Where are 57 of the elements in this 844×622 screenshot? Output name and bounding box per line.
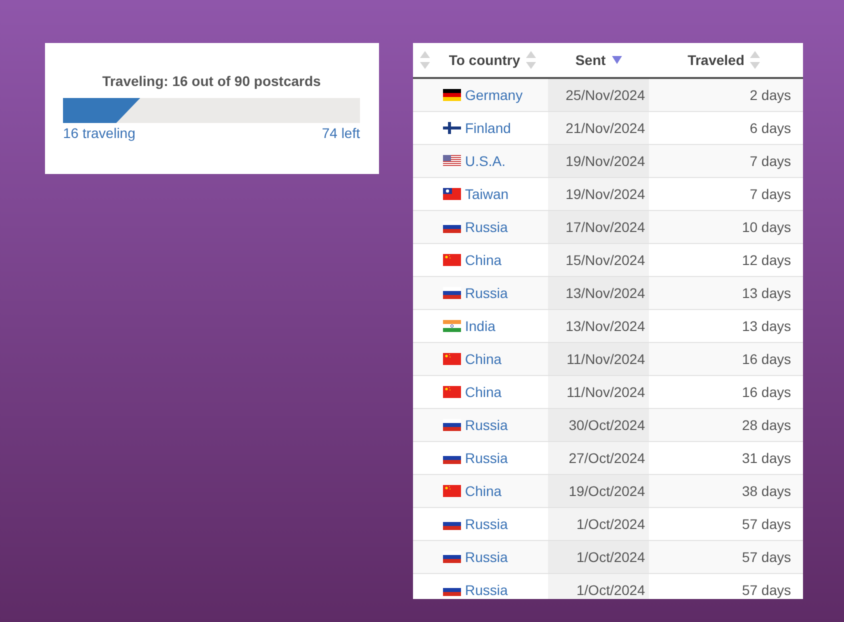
progress-title: Traveling: 16 out of 90 postcards (101, 73, 322, 89)
sort-icon[interactable] (750, 51, 760, 69)
sent-date: 15/Nov/2024 (566, 252, 645, 268)
sent-date: 19/Nov/2024 (566, 186, 645, 202)
sort-descending-icon[interactable] (612, 56, 622, 64)
sort-icon[interactable] (420, 51, 430, 69)
sent-date: 1/Oct/2024 (576, 516, 645, 532)
sent-date: 30/Oct/2024 (568, 417, 645, 433)
traveled-days: 57 days (742, 516, 791, 532)
country-link[interactable]: Russia (465, 516, 508, 532)
sent-date: 19/Oct/2024 (568, 483, 645, 499)
sort-icon[interactable] (526, 51, 536, 69)
country-link[interactable]: Russia (465, 450, 508, 466)
column-header[interactable]: To country (448, 52, 520, 68)
traveled-days: 57 days (742, 582, 791, 598)
country-link[interactable]: Russia (465, 285, 508, 301)
traveled-days: 6 days (750, 120, 791, 136)
traveled-days: 28 days (742, 417, 791, 433)
traveled-days: 31 days (742, 450, 791, 466)
sent-date: 1/Oct/2024 (576, 582, 645, 598)
sent-date: 13/Nov/2024 (566, 285, 645, 301)
sent-date: 17/Nov/2024 (566, 219, 645, 235)
country-link[interactable]: Russia (465, 417, 508, 433)
traveled-days: 13 days (742, 285, 791, 301)
traveled-days: 13 days (742, 318, 791, 334)
traveled-days: 7 days (750, 153, 791, 169)
sent-date: 11/Nov/2024 (566, 351, 645, 367)
country-link[interactable]: Russia (465, 549, 508, 565)
traveled-days: 2 days (750, 87, 791, 103)
traveled-days: 16 days (742, 384, 791, 400)
sent-date: 19/Nov/2024 (566, 153, 645, 169)
country-link[interactable]: India (465, 318, 496, 334)
traveled-days: 10 days (742, 219, 791, 235)
country-link[interactable]: Taiwan (465, 186, 509, 202)
traveled-days: 57 days (742, 549, 791, 565)
traveled-days: 7 days (750, 186, 791, 202)
country-link[interactable]: Russia (465, 219, 508, 235)
traveled-days: 12 days (742, 252, 791, 268)
country-link[interactable]: China (465, 252, 502, 268)
sent-date: 27/Oct/2024 (568, 450, 645, 466)
country-link[interactable]: China (465, 483, 502, 499)
sent-date: 11/Nov/2024 (566, 384, 645, 400)
sent-date: 21/Nov/2024 (566, 120, 645, 136)
country-link[interactable]: China (465, 384, 502, 400)
sent-date: 13/Nov/2024 (566, 318, 645, 334)
country-link[interactable]: Russia (465, 582, 508, 598)
column-header[interactable]: Sent (575, 52, 606, 68)
column-header[interactable]: Traveled (688, 52, 744, 68)
country-link[interactable]: China (465, 351, 502, 367)
country-link[interactable]: Finland (465, 120, 511, 136)
sent-date: 1/Oct/2024 (576, 549, 645, 565)
sent-date: 25/Nov/2024 (566, 87, 645, 103)
country-link[interactable]: U.S.A. (465, 153, 506, 169)
traveled-days: 16 days (742, 351, 791, 367)
left-count: 74 left (322, 125, 360, 141)
traveled-days: 38 days (742, 483, 791, 499)
traveling-count: 16 traveling (63, 125, 136, 141)
